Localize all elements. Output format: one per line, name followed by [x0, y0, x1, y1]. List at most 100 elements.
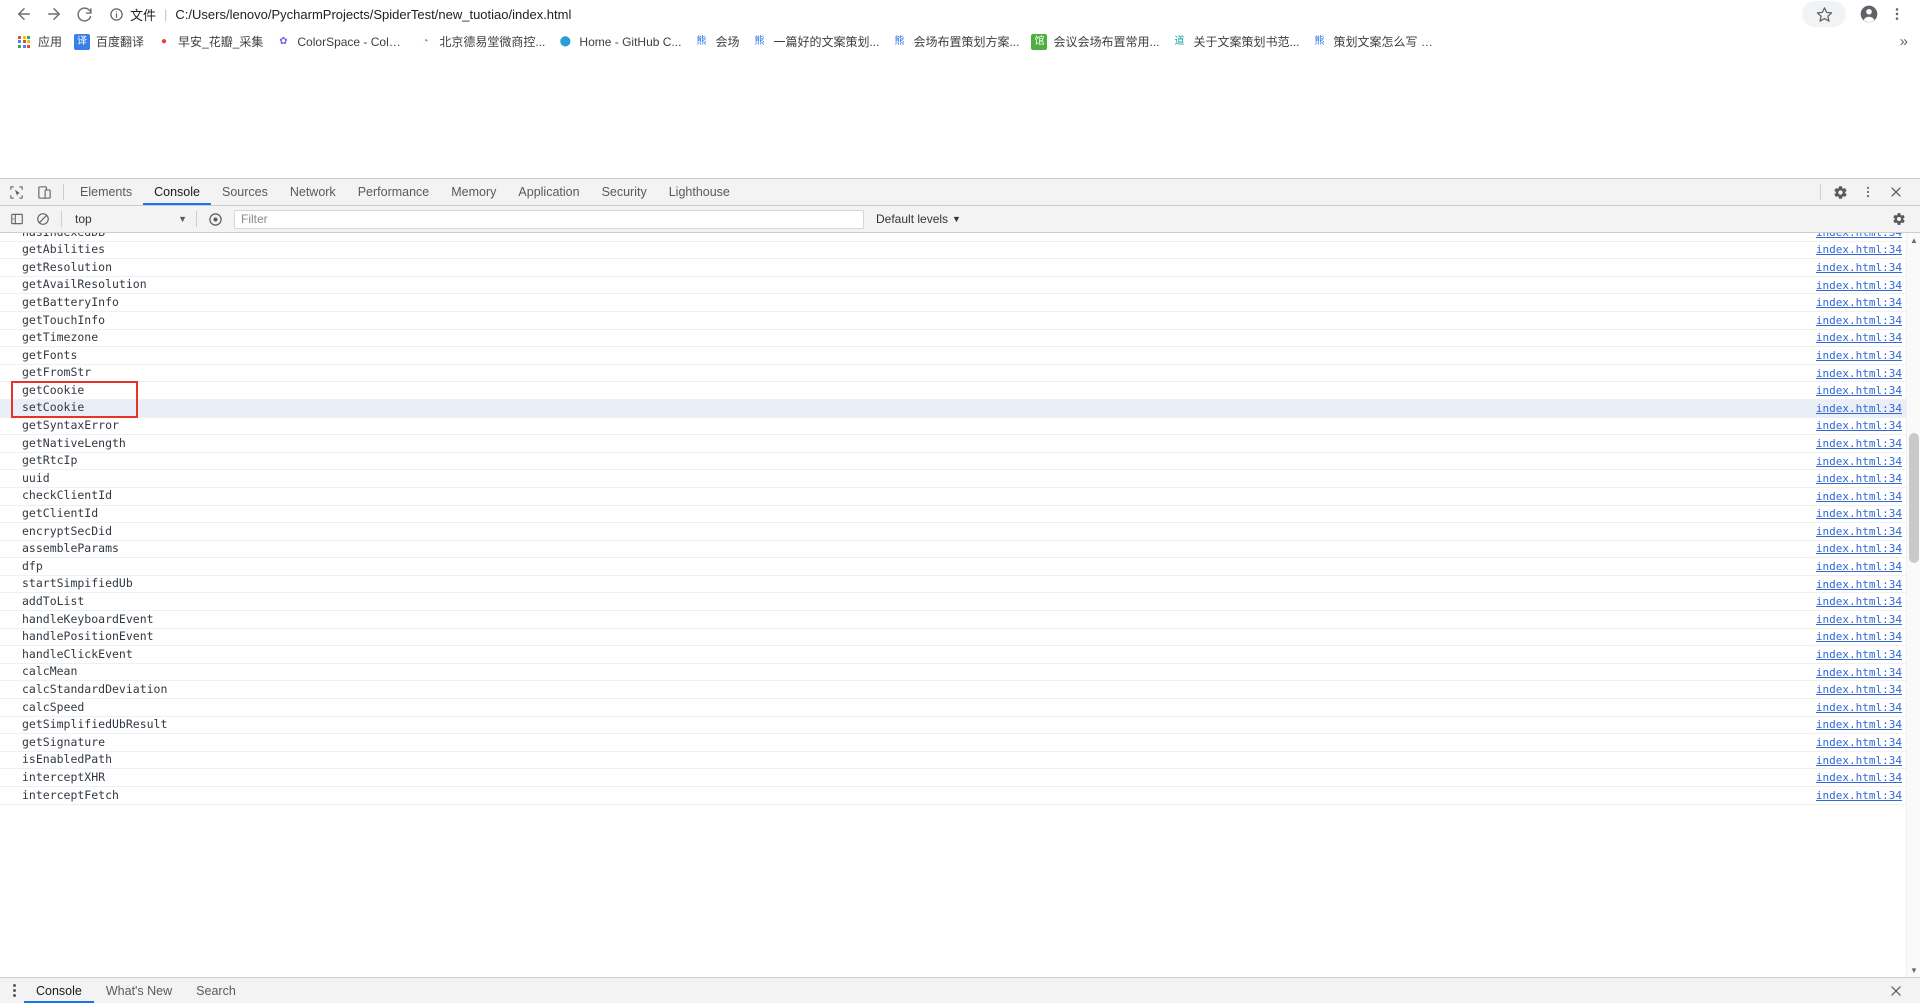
console-message-row[interactable]: getResolution index.html:34: [0, 259, 1920, 277]
drawer-tab-console[interactable]: Console: [24, 978, 94, 1003]
console-source-link[interactable]: index.html:34: [1816, 279, 1902, 292]
back-button[interactable]: [10, 0, 38, 28]
settings-gear-icon[interactable]: [1826, 180, 1854, 205]
console-source-link[interactable]: index.html:34: [1816, 314, 1902, 327]
console-source-link[interactable]: index.html:34: [1816, 296, 1902, 309]
url-text[interactable]: C:/Users/lenovo/PycharmProjects/SpiderTe…: [175, 7, 571, 22]
console-message-row[interactable]: setCookie index.html:34: [0, 399, 1920, 418]
console-message-row[interactable]: handlePositionEvent index.html:34: [0, 629, 1920, 647]
execution-context-selector[interactable]: top ▼: [69, 209, 191, 229]
console-message-row[interactable]: getFromStr index.html:34: [0, 365, 1920, 383]
console-source-link[interactable]: index.html:34: [1816, 507, 1902, 520]
console-source-link[interactable]: index.html:34: [1816, 261, 1902, 274]
console-message-row[interactable]: calcMean index.html:34: [0, 664, 1920, 682]
bookmarks-overflow-icon[interactable]: »: [1900, 33, 1912, 50]
bookmark-item[interactable]: 熊会场布置策划方案...: [885, 32, 1025, 52]
console-message-row[interactable]: getSimplifiedUbResult index.html:34: [0, 717, 1920, 735]
console-filter-input[interactable]: [234, 209, 864, 229]
console-source-link[interactable]: index.html:34: [1816, 367, 1902, 380]
console-settings-icon[interactable]: [1886, 208, 1912, 230]
console-message-row[interactable]: assembleParams index.html:34: [0, 541, 1920, 559]
reload-button[interactable]: [70, 0, 98, 28]
console-message-row[interactable]: calcStandardDeviation index.html:34: [0, 681, 1920, 700]
tab-memory[interactable]: Memory: [440, 179, 507, 205]
star-icon[interactable]: [1802, 1, 1846, 27]
scroll-up-arrow[interactable]: ▲: [1907, 233, 1920, 247]
console-sidebar-icon[interactable]: [4, 208, 30, 230]
site-info-icon[interactable]: [108, 6, 124, 22]
console-source-link[interactable]: index.html:34: [1816, 701, 1902, 714]
tab-application[interactable]: Application: [507, 179, 590, 205]
console-source-link[interactable]: index.html:34: [1816, 613, 1902, 626]
chrome-menu-icon[interactable]: [1884, 1, 1910, 27]
console-source-link[interactable]: index.html:34: [1816, 736, 1902, 749]
console-message-row[interactable]: checkClientId index.html:34: [0, 488, 1920, 506]
console-source-link[interactable]: index.html:34: [1816, 718, 1902, 731]
forward-button[interactable]: [40, 0, 68, 28]
scroll-down-arrow[interactable]: ▼: [1907, 963, 1920, 977]
console-source-link[interactable]: index.html:34: [1816, 472, 1902, 485]
console-source-link[interactable]: index.html:34: [1816, 349, 1902, 362]
tab-console[interactable]: Console: [143, 179, 211, 205]
console-message-row[interactable]: calcSpeed index.html:34: [0, 699, 1920, 717]
console-message-row[interactable]: getClientId index.html:34: [0, 506, 1920, 524]
console-source-link[interactable]: index.html:34: [1816, 648, 1902, 661]
console-source-link[interactable]: index.html:34: [1816, 233, 1902, 239]
console-source-link[interactable]: index.html:34: [1816, 437, 1902, 450]
more-options-icon[interactable]: [1854, 180, 1882, 205]
console-source-link[interactable]: index.html:34: [1816, 789, 1902, 802]
tab-network[interactable]: Network: [279, 179, 347, 205]
live-expression-icon[interactable]: [202, 208, 228, 230]
console-message-row[interactable]: getTimezone index.html:34: [0, 330, 1920, 348]
console-message-row[interactable]: dfp index.html:34: [0, 558, 1920, 576]
console-source-link[interactable]: index.html:34: [1816, 525, 1902, 538]
console-message-row[interactable]: uuid index.html:34: [0, 470, 1920, 488]
bookmark-item[interactable]: ◔ 北京德易堂微商控...: [411, 32, 551, 52]
bookmark-item[interactable]: 熊策划文案怎么写 百...: [1306, 32, 1448, 52]
console-message-row[interactable]: isEnabledPath index.html:34: [0, 752, 1920, 770]
console-source-link[interactable]: index.html:34: [1816, 331, 1902, 344]
bookmark-apps[interactable]: 应用: [10, 32, 68, 52]
tab-sources[interactable]: Sources: [211, 179, 279, 205]
console-message-row[interactable]: getRtcIp index.html:34: [0, 453, 1920, 471]
clear-console-icon[interactable]: [30, 208, 56, 230]
console-source-link[interactable]: index.html:34: [1816, 771, 1902, 784]
profile-avatar-icon[interactable]: [1856, 1, 1882, 27]
log-levels-selector[interactable]: Default levels ▼: [870, 209, 967, 229]
tab-performance[interactable]: Performance: [347, 179, 441, 205]
bookmark-item[interactable]: 熊一篇好的文案策划...: [745, 32, 885, 52]
console-message-row[interactable]: hasIndexedDB index.html:34: [0, 233, 1920, 242]
tab-lighthouse[interactable]: Lighthouse: [658, 179, 741, 205]
console-source-link[interactable]: index.html:34: [1816, 754, 1902, 767]
bookmark-item[interactable]: 熊会场: [687, 32, 745, 52]
console-message-row[interactable]: encryptSecDid index.html:34: [0, 523, 1920, 541]
console-message-row[interactable]: getNativeLength index.html:34: [0, 435, 1920, 453]
bookmark-item[interactable]: ⬤ Home - GitHub C...: [551, 32, 687, 52]
inspect-element-icon[interactable]: [2, 180, 30, 205]
console-source-link[interactable]: index.html:34: [1816, 542, 1902, 555]
console-message-row[interactable]: getAbilities index.html:34: [0, 242, 1920, 260]
console-source-link[interactable]: index.html:34: [1816, 595, 1902, 608]
bookmark-item[interactable]: 馆会议会场布置常用...: [1025, 32, 1165, 52]
console-source-link[interactable]: index.html:34: [1816, 455, 1902, 468]
console-message-row[interactable]: getSyntaxError index.html:34: [0, 418, 1920, 436]
console-message-row[interactable]: handleClickEvent index.html:34: [0, 646, 1920, 664]
console-source-link[interactable]: index.html:34: [1816, 243, 1902, 256]
bookmark-item[interactable]: 译百度翻译: [68, 32, 150, 52]
console-source-link[interactable]: index.html:34: [1816, 384, 1902, 397]
drawer-tab-search[interactable]: Search: [184, 978, 248, 1003]
console-messages-area[interactable]: hasIndexedDB index.html:34 getAbilities ind…: [0, 233, 1920, 977]
console-source-link[interactable]: index.html:34: [1816, 666, 1902, 679]
bookmark-item[interactable]: 道关于文案策划书范...: [1166, 32, 1306, 52]
console-scroll-container[interactable]: hasIndexedDB index.html:34 getAbilities ind…: [0, 233, 1920, 977]
console-source-link[interactable]: index.html:34: [1816, 560, 1902, 573]
console-message-row[interactable]: getAvailResolution index.html:34: [0, 277, 1920, 295]
console-message-row[interactable]: getFonts index.html:34: [0, 347, 1920, 365]
console-message-row[interactable]: getSignature index.html:34: [0, 734, 1920, 752]
console-message-row[interactable]: startSimpifiedUb index.html:34: [0, 576, 1920, 594]
bookmark-item[interactable]: ● 早安_花瓣_采集: [150, 32, 269, 52]
tab-elements[interactable]: Elements: [69, 179, 143, 205]
console-source-link[interactable]: index.html:34: [1816, 630, 1902, 643]
console-source-link[interactable]: index.html:34: [1816, 419, 1902, 432]
close-devtools-icon[interactable]: [1882, 180, 1910, 205]
